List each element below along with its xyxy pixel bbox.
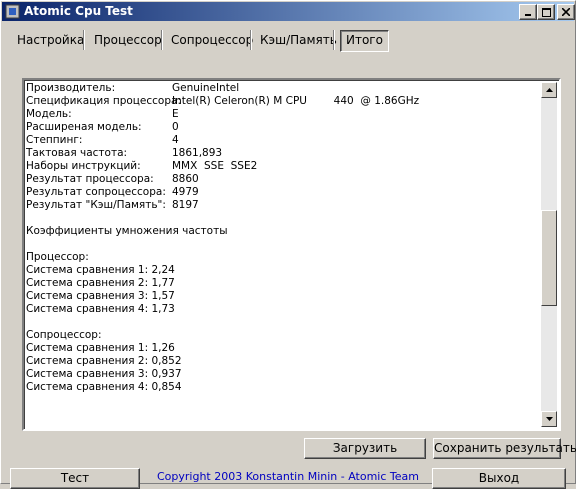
tab-bar: Настройка Процессор Сопроцессор Кэш/Памя… xyxy=(0,22,576,58)
load-button[interactable]: Загрузить xyxy=(304,438,426,459)
summary-value: 4 xyxy=(172,134,179,146)
summary-row: Результат "Кэш/Память": 8197 xyxy=(26,199,542,212)
tab-processor[interactable]: Процессор xyxy=(89,30,167,50)
scrollbar-thumb[interactable] xyxy=(541,210,557,306)
summary-value: GenuineIntel xyxy=(172,82,240,94)
fpu-line: Система сравнения 3: 0,937 xyxy=(26,368,182,380)
tab-separator xyxy=(333,30,335,50)
multipliers-title: Коэффициенты умножения частоты xyxy=(26,225,228,237)
scroll-down-button[interactable] xyxy=(541,411,557,427)
summary-row: Производитель: GenuineIntel xyxy=(26,82,542,95)
summary-label: Расширеная модель: xyxy=(26,121,142,133)
fpu-line: Система сравнения 4: 0,854 xyxy=(26,381,182,393)
minimize-button[interactable] xyxy=(519,4,537,20)
summary-row: Наборы инструкций: MMX SSE SSE2 xyxy=(26,160,542,173)
tab-separator xyxy=(250,30,252,50)
summary-value: Intel(R) Celeron(R) M CPU 440 @ 1.86GHz xyxy=(172,95,420,107)
summary-row: Степпинг: 4 xyxy=(26,134,542,147)
tab-separator xyxy=(83,30,85,50)
title-bar[interactable]: Atomic Cpu Test xyxy=(2,2,575,21)
cpu-line: Система сравнения 2: 1,77 xyxy=(26,277,175,289)
fpu-line: Система сравнения 1: 1,26 xyxy=(26,342,175,354)
summary-row: Спецификация процессора: Intel(R) Celeron… xyxy=(26,95,542,108)
fpu-line: Система сравнения 2: 0,852 xyxy=(26,355,182,367)
maximize-icon xyxy=(541,7,551,17)
app-icon xyxy=(5,4,20,19)
summary-value: MMX SSE SSE2 xyxy=(172,160,258,172)
summary-label: Результат "Кэш/Память": xyxy=(26,199,166,211)
summary-value: 0 xyxy=(172,121,179,133)
summary-value: 8197 xyxy=(172,199,199,211)
summary-label: Модель: xyxy=(26,108,72,120)
cpu-line: Система сравнения 3: 1,57 xyxy=(26,290,175,302)
summary-row: Модель: E xyxy=(26,108,542,121)
tab-separator xyxy=(161,30,163,50)
tab-coprocessor[interactable]: Сопроцессор xyxy=(166,30,258,50)
summary-value: 8860 xyxy=(172,173,199,185)
arrow-up-icon xyxy=(545,88,553,92)
minimize-icon xyxy=(525,14,531,16)
cpu-line: Система сравнения 1: 2,24 xyxy=(26,264,175,276)
summary-row: Результат сопроцессора: 4979 xyxy=(26,186,542,199)
summary-label: Производитель: xyxy=(26,82,116,94)
summary-label: Результат процессора: xyxy=(26,173,154,185)
scroll-up-button[interactable] xyxy=(541,82,557,98)
window-title: Atomic Cpu Test xyxy=(24,4,133,18)
summary-row: Результат процессора: 8860 xyxy=(26,173,542,186)
tab-summary[interactable]: Итого xyxy=(340,30,389,52)
cpu-line: Система сравнения 4: 1,73 xyxy=(26,303,175,315)
close-icon xyxy=(562,8,570,16)
vertical-scrollbar[interactable] xyxy=(541,82,557,427)
results-content: Производитель: GenuineIntel Спецификация п… xyxy=(26,82,542,394)
arrow-down-icon xyxy=(545,417,553,421)
tab-settings[interactable]: Настройка xyxy=(12,30,89,50)
fpu-section-title: Сопроцессор: xyxy=(26,329,102,341)
summary-value: 4979 xyxy=(172,186,199,198)
summary-row: Расширеная модель: 0 xyxy=(26,121,542,134)
summary-label: Спецификация процессора: xyxy=(26,95,181,107)
close-button[interactable] xyxy=(557,4,575,20)
summary-label: Результат сопроцессора: xyxy=(26,186,166,198)
exit-button[interactable]: Выход xyxy=(432,468,566,489)
summary-label: Степпинг: xyxy=(26,134,83,146)
summary-row: Тактовая частота: 1861,893 xyxy=(26,147,542,160)
summary-value: E xyxy=(172,108,179,120)
tab-cache-memory[interactable]: Кэш/Память xyxy=(255,30,342,50)
cpu-section-title: Процессор: xyxy=(26,251,89,263)
results-text-area[interactable]: Производитель: GenuineIntel Спецификация п… xyxy=(22,78,561,431)
save-results-button[interactable]: Сохранить результаты xyxy=(433,438,576,459)
summary-label: Тактовая частота: xyxy=(26,147,128,159)
summary-label: Наборы инструкций: xyxy=(26,160,141,172)
summary-value: 1861,893 xyxy=(172,147,223,159)
maximize-button[interactable] xyxy=(537,4,555,20)
